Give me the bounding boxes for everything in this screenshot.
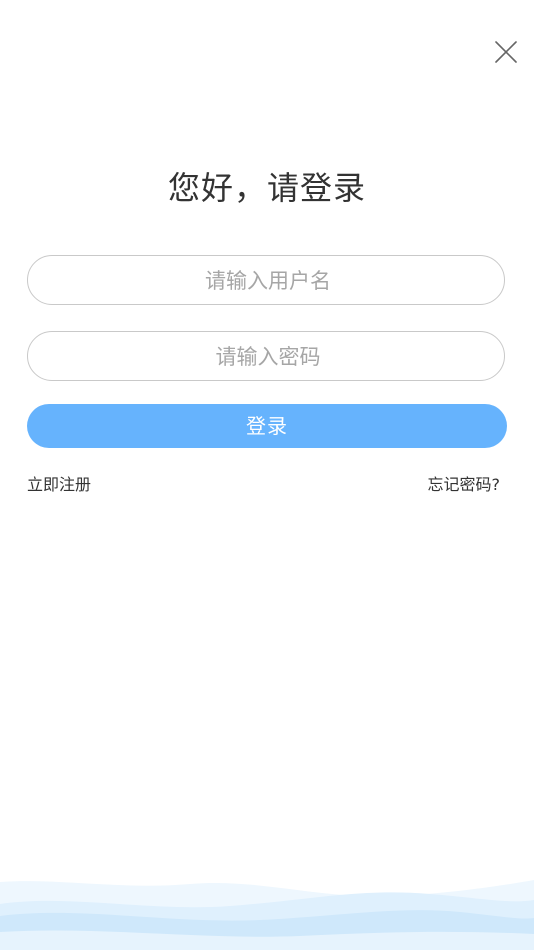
page-title: 您好，请登录 [167,169,366,207]
login-screen: 您好，请登录 登录 立即注册 忘记密码? [0,0,534,950]
register-link[interactable]: 立即注册 [27,474,91,496]
password-field-wrapper [27,331,508,382]
close-icon [495,41,517,63]
login-button[interactable]: 登录 [27,404,507,448]
wave-decoration [0,860,534,950]
close-button[interactable] [490,36,522,68]
username-input[interactable] [28,256,508,306]
forgot-password-link[interactable]: 忘记密码? [428,474,501,496]
username-field-wrapper [27,255,508,306]
password-input[interactable] [28,332,508,382]
